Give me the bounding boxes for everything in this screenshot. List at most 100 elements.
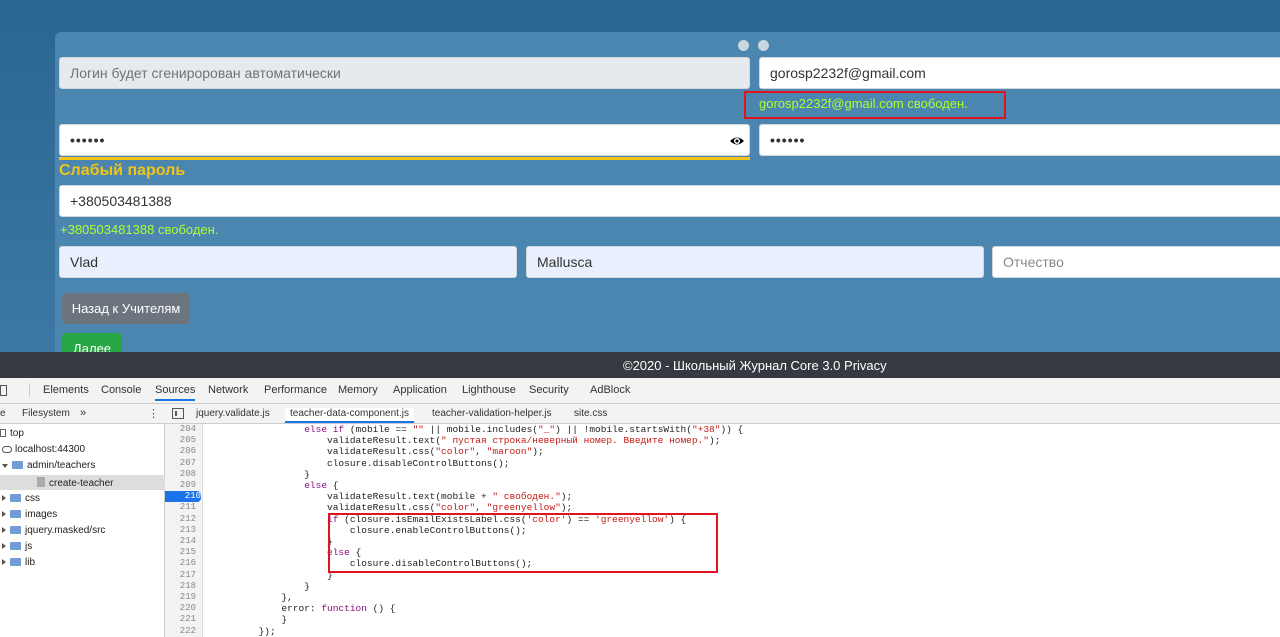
password-mask: •••••• [70, 132, 106, 148]
code-line: closure.disableControlButtons(); [213, 457, 510, 469]
line-number[interactable]: 216 [165, 558, 196, 569]
tree-label: top [10, 428, 24, 439]
code-line: error: function () { [213, 603, 396, 615]
tab-console[interactable]: Console [101, 384, 141, 396]
file-tab-site-css[interactable]: site.css [574, 408, 607, 419]
tab-filesystem[interactable]: Filesystem [22, 408, 70, 419]
tree-item-localhost[interactable]: localhost:44300 [2, 444, 85, 455]
collapse-icon [2, 495, 6, 501]
code-line: } [213, 614, 288, 626]
file-tab-teacher-validation-helper[interactable]: teacher-validation-helper.js [432, 408, 552, 419]
line-number[interactable]: 222 [165, 626, 196, 637]
tree-label: lib [25, 557, 36, 568]
email-status: gorosp2232f@gmail.com свободен. [759, 96, 968, 111]
tree-label: create-teacher [49, 478, 114, 489]
code-line: } [213, 468, 310, 480]
more-tabs-icon[interactable]: » [80, 407, 86, 419]
login-input[interactable]: Логин будет сгениророван автоматически [59, 57, 750, 89]
line-number[interactable]: 208 [165, 469, 196, 480]
phone-input[interactable]: +380503481388 [59, 185, 1280, 217]
navigator-header: e Filesystem » ⋮ [0, 404, 165, 424]
code-editor[interactable]: 204 else if (mobile == "" || mobile.incl… [165, 424, 1280, 637]
line-number[interactable]: 204 [165, 424, 196, 435]
last-name-input[interactable]: Mallusca [526, 246, 984, 278]
line-number[interactable]: 217 [165, 570, 196, 581]
tree-item-admin-teachers[interactable]: admin/teachers [2, 460, 95, 471]
code-line: }); [213, 625, 276, 637]
tab-page[interactable]: e [0, 408, 6, 419]
tree-label: localhost:44300 [15, 444, 86, 455]
tab-sources[interactable]: Sources [155, 384, 196, 401]
tab-security[interactable]: Security [529, 384, 569, 396]
line-number[interactable]: 205 [165, 435, 196, 446]
devtools-tabbar: Elements Console Sources Network Perform… [0, 378, 1280, 404]
breakpoint-line-number[interactable]: 210 [165, 491, 201, 503]
folder-icon [10, 542, 21, 550]
toggle-navigator-icon[interactable] [172, 408, 184, 419]
collapse-icon [2, 511, 6, 517]
folder-icon [10, 510, 21, 518]
line-number[interactable]: 215 [165, 547, 196, 558]
file-tab-jquery-validate[interactable]: jquery.validate.js [196, 408, 270, 419]
kebab-menu-icon[interactable]: ⋮ [148, 407, 159, 420]
carousel-dot-2[interactable] [758, 40, 769, 51]
code-line: validateResult.css("color", "maroon"); [213, 446, 544, 458]
carousel-dot-1[interactable] [738, 40, 749, 51]
tab-memory[interactable]: Memory [338, 384, 378, 396]
line-number[interactable]: 212 [165, 514, 196, 525]
confirm-password-input[interactable]: •••••• [759, 124, 1280, 156]
tree-label: admin/teachers [27, 460, 96, 471]
tree-item-css[interactable]: css [2, 493, 40, 504]
tree-item-top[interactable]: top [0, 428, 24, 439]
devtools-panel: Elements Console Sources Network Perform… [0, 378, 1280, 637]
folder-icon [12, 461, 23, 469]
tab-adblock[interactable]: AdBlock [590, 384, 630, 396]
tab-elements[interactable]: Elements [43, 384, 89, 396]
frame-icon [0, 429, 6, 437]
tree-item-create-teacher[interactable]: create-teacher [0, 475, 165, 490]
tab-lighthouse[interactable]: Lighthouse [462, 384, 516, 396]
line-number[interactable]: 209 [165, 480, 196, 491]
tab-application[interactable]: Application [393, 384, 447, 396]
code-line: } [213, 569, 333, 581]
line-number[interactable]: 206 [165, 446, 196, 457]
email-input[interactable]: gorosp2232f@gmail.com [759, 57, 1280, 89]
tree-label: css [25, 493, 40, 504]
collapse-icon [2, 527, 6, 533]
back-to-teachers-button[interactable]: Назад к Учителям [62, 293, 190, 324]
tab-performance[interactable]: Performance [264, 384, 327, 396]
line-number[interactable]: 211 [165, 502, 196, 513]
tree-item-lib[interactable]: lib [2, 557, 35, 568]
device-toggle-icon[interactable] [0, 385, 10, 396]
code-line: validateResult.text(mobile + " свободен.… [213, 491, 573, 503]
file-tabbar: jquery.validate.js teacher-data-componen… [165, 404, 1280, 424]
navigator-pane: e Filesystem » ⋮ top localhost:44300 adm… [0, 404, 165, 637]
tree-item-js[interactable]: js [2, 541, 32, 552]
first-name-input[interactable]: Vlad [59, 246, 517, 278]
file-icon [37, 477, 45, 487]
code-line: } [213, 536, 333, 547]
footer: ©2020 - Школьный Журнал Core 3.0 Privacy [0, 352, 1280, 378]
line-number[interactable]: 219 [165, 592, 196, 603]
password-strength-bar [59, 157, 750, 160]
tree-label: images [25, 509, 58, 520]
tree-label: jquery.masked/src [25, 525, 106, 536]
eye-icon[interactable] [729, 133, 745, 149]
line-number[interactable]: 213 [165, 525, 196, 536]
password-input[interactable]: •••••• [59, 124, 750, 156]
folder-icon [10, 526, 21, 534]
line-number[interactable]: 220 [165, 603, 196, 614]
tree-item-jquery-masked[interactable]: jquery.masked/src [2, 525, 105, 536]
email-value: gorosp2232f@gmail.com [770, 65, 926, 81]
line-number[interactable]: 221 [165, 614, 196, 625]
expand-icon [2, 464, 8, 468]
tab-network[interactable]: Network [208, 384, 248, 396]
patronymic-input[interactable]: Отчество [992, 246, 1280, 278]
code-line: else if (mobile == "" || mobile.includes… [304, 424, 744, 435]
footer-text: ©2020 - Школьный Журнал Core 3.0 Privacy [623, 357, 887, 373]
line-number[interactable]: 218 [165, 581, 196, 592]
line-number[interactable]: 214 [165, 536, 196, 547]
line-number[interactable]: 207 [165, 458, 196, 469]
file-tab-teacher-data-component[interactable]: teacher-data-component.js [285, 408, 414, 423]
tree-item-images[interactable]: images [2, 509, 57, 520]
